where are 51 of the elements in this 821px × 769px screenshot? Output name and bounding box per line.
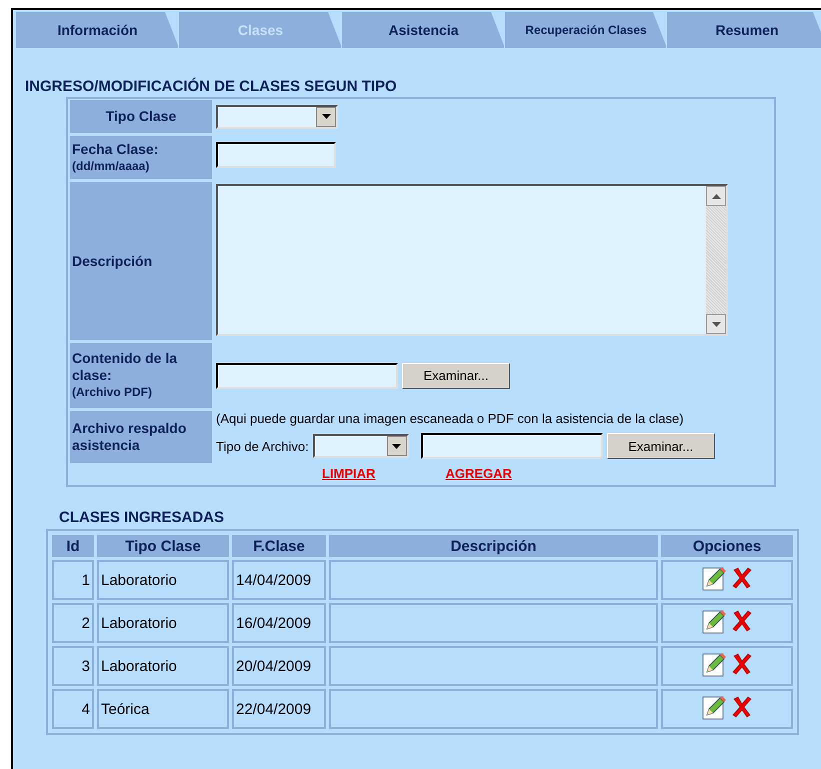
column-header: Descripción	[329, 535, 658, 557]
tab[interactable]: Información	[15, 12, 179, 48]
field-label: Tipo Clase	[70, 100, 212, 133]
delete-icon[interactable]	[732, 653, 752, 675]
edit-icon[interactable]	[702, 565, 726, 591]
delete-icon[interactable]	[732, 610, 752, 632]
table-cell: Teórica	[97, 689, 229, 729]
tab[interactable]: Asistencia	[341, 12, 505, 48]
scroll-down-icon[interactable]	[712, 322, 720, 326]
edit-icon[interactable]	[702, 608, 726, 634]
table-cell: Laboratorio	[97, 603, 229, 643]
column-header: F.Clase	[232, 535, 326, 557]
table-cell: 16/04/2009	[232, 603, 326, 643]
delete-icon[interactable]	[732, 567, 752, 589]
column-header: Opciones	[661, 535, 793, 557]
file-field[interactable]	[216, 362, 398, 388]
field-label: Contenido de la clase: (Archivo PDF)	[70, 343, 212, 408]
date-field[interactable]	[216, 142, 336, 168]
table-cell: 22/04/2009	[232, 689, 326, 729]
table-cell: 3	[52, 646, 94, 686]
scroll-up-icon[interactable]	[712, 194, 720, 198]
help-text: (Aqui puede guardar una imagen escaneada o PDF con la asistencia de la clase)	[216, 411, 685, 426]
tab[interactable]: Recuperación Clases	[504, 12, 667, 48]
section-title: CLASES INGRESADAS	[59, 509, 226, 526]
table-cell: 4	[52, 689, 94, 729]
field-label: Tipo de Archivo:	[216, 438, 309, 454]
dropdown[interactable]	[216, 104, 338, 128]
table-cell: Laboratorio	[97, 646, 229, 686]
scrollbar[interactable]	[706, 186, 726, 334]
field-label: Archivo respaldo asistencia	[70, 411, 212, 463]
edit-icon[interactable]	[702, 651, 726, 677]
dropdown[interactable]	[312, 434, 409, 458]
caret-icon	[322, 114, 330, 119]
delete-icon[interactable]	[732, 696, 752, 718]
table-cell: Laboratorio	[97, 560, 229, 600]
table-cell: 1	[52, 560, 94, 600]
column-header: Id	[52, 535, 94, 557]
description-field[interactable]	[216, 184, 728, 336]
browse-button[interactable]: Examinar...	[402, 362, 510, 388]
column-header: Tipo Clase	[97, 535, 229, 557]
browse-button[interactable]: Examinar...	[606, 433, 715, 459]
tab[interactable]: Resumen	[666, 12, 821, 48]
table-cell: 14/04/2009	[232, 560, 326, 600]
field-label: Fecha Clase: (dd/mm/aaaa)	[70, 136, 212, 179]
caret-icon	[392, 444, 402, 448]
section-title: INGRESO/MODIFICACIÓN DE CLASES SEGUN TIPO	[25, 78, 398, 95]
table-cell: 20/04/2009	[232, 646, 326, 686]
field-label: Descripción	[70, 182, 212, 340]
file-field[interactable]	[420, 433, 603, 459]
edit-icon[interactable]	[702, 694, 726, 720]
table-cell: 2	[52, 603, 94, 643]
